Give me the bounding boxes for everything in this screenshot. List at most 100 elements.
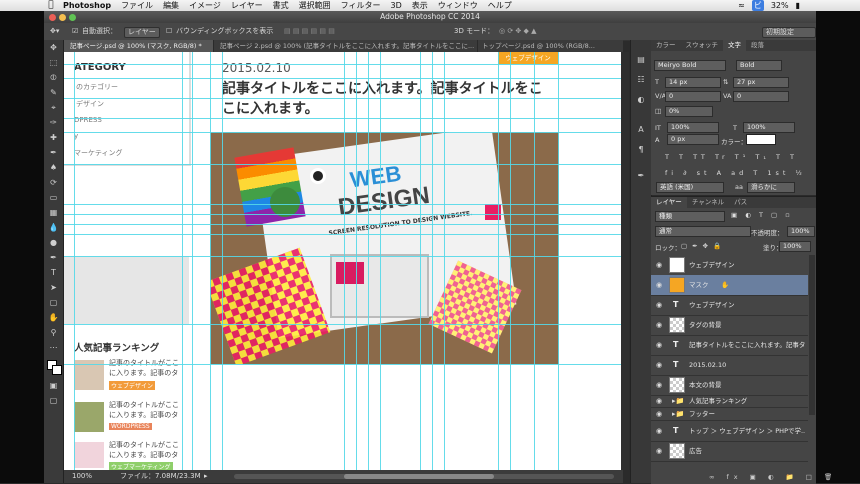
horizontal-scale-field[interactable]: 100%: [743, 122, 795, 133]
align-icons[interactable]: ▤ ▤ ▤ ▤ ▤ ▤: [284, 23, 335, 40]
pen-tool-icon[interactable]: ✒: [47, 252, 60, 264]
menu-3d[interactable]: 3D: [386, 0, 407, 11]
text-color-swatch[interactable]: [746, 134, 776, 145]
brush-tool-icon[interactable]: ✒: [47, 147, 60, 159]
tab-channels[interactable]: チャンネル: [687, 197, 729, 208]
eye-icon[interactable]: ◉: [654, 295, 664, 315]
auto-select-dropdown[interactable]: レイヤー: [124, 27, 160, 38]
hand-tool-icon[interactable]: ✋: [47, 312, 60, 324]
eye-icon[interactable]: ◉: [654, 395, 664, 407]
close-window-button[interactable]: [49, 14, 56, 21]
zoom-level[interactable]: 100%: [72, 470, 92, 483]
menu-edit[interactable]: 編集: [158, 0, 184, 11]
eye-icon[interactable]: ◉: [654, 375, 664, 395]
vertical-scale-field[interactable]: 100%: [667, 122, 719, 133]
minimize-window-button[interactable]: [59, 14, 66, 21]
more-tools-icon[interactable]: ⋯: [47, 342, 60, 354]
kerning-field[interactable]: 0: [665, 91, 721, 102]
type-tool-icon[interactable]: T: [47, 267, 60, 279]
blur-tool-icon[interactable]: 💧: [47, 222, 60, 234]
zoom-window-button[interactable]: [69, 14, 76, 21]
tracking-field[interactable]: 0: [733, 91, 789, 102]
menu-view[interactable]: 表示: [407, 0, 433, 11]
folder-icon[interactable]: ▸📁: [672, 395, 684, 407]
eraser-tool-icon[interactable]: ▭: [47, 192, 60, 204]
layer-row[interactable]: ◉ T トップ ＞ ウェブデザイン ＞ PHPで学...: [651, 421, 808, 442]
character-panel-icon[interactable]: A: [635, 124, 647, 136]
layer-row[interactable]: ◉ T 2015.02.10: [651, 355, 808, 376]
tab-top-page[interactable]: トップページ.psd @ 100% (RGB/8...: [476, 40, 623, 52]
tab-color[interactable]: カラー: [651, 40, 681, 51]
baseline-field[interactable]: 0 px: [667, 134, 719, 145]
layer-group-row[interactable]: ◉ ▸📁 フッター: [651, 408, 808, 421]
move-tool-icon[interactable]: ✥▾: [50, 23, 59, 40]
move-tool-icon[interactable]: ✥: [47, 42, 60, 54]
history-brush-tool-icon[interactable]: ⟳: [47, 177, 60, 189]
3d-mode-icons[interactable]: ◎ ⟳ ✥ ◆ ▲: [499, 23, 537, 40]
layer-row-selected[interactable]: ◉ マスク ✋: [651, 275, 808, 296]
eye-icon[interactable]: ◉: [654, 255, 664, 275]
menu-filter[interactable]: フィルター: [336, 0, 386, 11]
wifi-icon[interactable]: ≈: [738, 0, 745, 11]
eye-icon[interactable]: ◉: [654, 441, 664, 461]
eye-icon[interactable]: ◉: [654, 315, 664, 335]
folder-icon[interactable]: ▸📁: [672, 408, 684, 420]
marquee-tool-icon[interactable]: ⬚: [47, 57, 60, 69]
properties-icon[interactable]: ☷: [635, 74, 647, 86]
eye-icon[interactable]: ◉: [654, 408, 664, 420]
bounding-box-checkbox[interactable]: ☐: [166, 23, 172, 40]
eye-icon[interactable]: ◉: [654, 335, 664, 355]
auto-select-checkbox[interactable]: ☑: [72, 23, 78, 40]
user-icon[interactable]: ビ: [751, 0, 764, 11]
font-style-select[interactable]: Bold: [736, 60, 782, 71]
quick-select-tool-icon[interactable]: ✎: [47, 87, 60, 99]
apple-icon[interactable]: : [44, 0, 58, 11]
history-icon[interactable]: ▤: [635, 54, 647, 66]
battery-icon[interactable]: ▮: [796, 0, 800, 11]
layer-row[interactable]: ◉ T ウェブデザイン: [651, 295, 808, 316]
eye-icon[interactable]: ◉: [654, 355, 664, 375]
menu-type[interactable]: 書式: [268, 0, 294, 11]
opacity-field[interactable]: 100%: [787, 226, 815, 237]
background-color-swatch[interactable]: [52, 365, 62, 375]
gradient-tool-icon[interactable]: ▦: [47, 207, 60, 219]
layer-filter-select[interactable]: 種類: [655, 211, 725, 222]
tab-article-page-2[interactable]: 記事ページ 2.psd @ 100% (記事タイトルをここに入れます。記事タイト…: [214, 40, 478, 52]
quick-mask-icon[interactable]: ▣: [47, 380, 60, 392]
shape-tool-icon[interactable]: ▢: [47, 297, 60, 309]
fill-field[interactable]: 100%: [779, 241, 811, 252]
status-menu-arrow-icon[interactable]: ▸: [204, 470, 208, 483]
tab-paragraph[interactable]: 段落: [746, 40, 769, 51]
layer-row[interactable]: ◉ 本文の背景: [651, 375, 808, 396]
eyedropper-tool-icon[interactable]: ✑: [47, 117, 60, 129]
eye-icon[interactable]: ◉: [654, 275, 664, 295]
adjustments-icon[interactable]: ◐: [635, 94, 647, 106]
canvas-vertical-scrollbar[interactable]: [621, 52, 629, 470]
tab-article-page[interactable]: 記事ページ.psd @ 100% (マスク, RGB/8) *: [64, 40, 214, 52]
opentype-buttons[interactable]: fi ∂ st A ad T 1st ½: [665, 169, 806, 177]
antialias-select[interactable]: 滑らかに: [747, 182, 795, 193]
layer-group-row[interactable]: ◉ ▸📁 人気記事ランキング: [651, 395, 808, 408]
horizontal-scrollbar[interactable]: [234, 474, 614, 479]
crop-tool-icon[interactable]: ⌖: [47, 102, 60, 114]
layer-row[interactable]: ◉ 広告: [651, 441, 808, 462]
font-size-field[interactable]: 14 px: [665, 77, 721, 88]
lasso-tool-icon[interactable]: ⦷: [47, 72, 60, 84]
brush-panel-icon[interactable]: ✒: [635, 170, 647, 182]
tab-swatches[interactable]: スウォッチ: [681, 40, 724, 51]
layer-row[interactable]: ◉ T 記事タイトルをここに入れます。記事タ...: [651, 335, 808, 356]
menu-image[interactable]: イメージ: [184, 0, 226, 11]
language-select[interactable]: 英語 (米国): [656, 182, 724, 193]
scrollbar-thumb[interactable]: [344, 474, 494, 479]
layer-row[interactable]: ◉ タグの背景: [651, 315, 808, 336]
menu-file[interactable]: ファイル: [116, 0, 158, 11]
tab-character[interactable]: 文字: [723, 40, 746, 51]
document-canvas[interactable]: ATEGORY のカテゴリー デザイン DPRESS y マーケティング 人気記…: [64, 52, 621, 470]
zoom-tool-icon[interactable]: ⚲: [47, 327, 60, 339]
path-select-tool-icon[interactable]: ➤: [47, 282, 60, 294]
layer-filter-icons[interactable]: ▣ ◐ T ▢ ▫: [731, 211, 793, 219]
layer-row[interactable]: ◉ ウェブデザイン: [651, 255, 808, 276]
tab-paths[interactable]: パス: [729, 197, 752, 208]
healing-tool-icon[interactable]: ✚: [47, 132, 60, 144]
lock-icons[interactable]: ▢✒✥🔒: [681, 242, 726, 250]
